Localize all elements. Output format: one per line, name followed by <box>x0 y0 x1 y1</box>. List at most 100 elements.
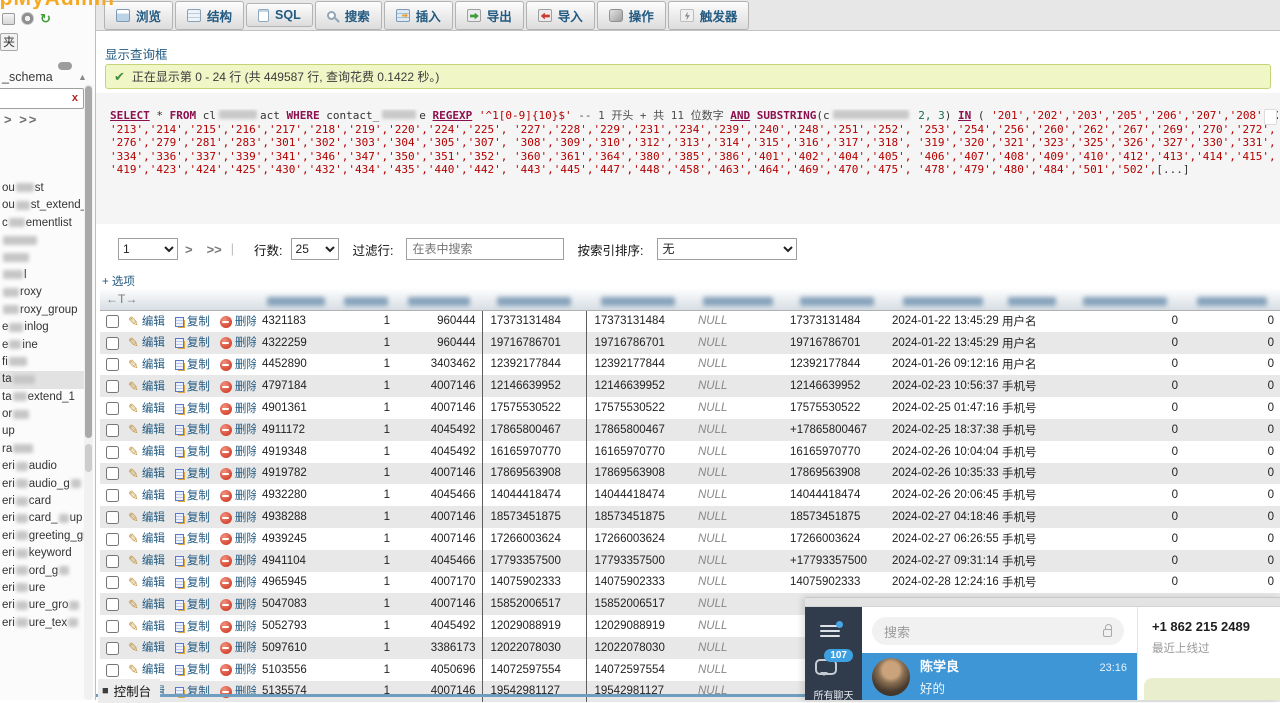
column-header-blurred[interactable] <box>396 288 482 310</box>
last-page-button[interactable]: >> <box>207 242 222 257</box>
sidebar-table-item[interactable]: eine <box>0 337 84 354</box>
row-checkbox[interactable] <box>106 446 119 459</box>
row-checkbox[interactable] <box>106 620 119 633</box>
clear-filter-icon[interactable]: x <box>72 92 78 104</box>
edit-link[interactable]: 编辑 <box>142 446 165 458</box>
tab-sql[interactable]: SQL <box>246 3 313 27</box>
sidebar-table-item[interactable]: oust_extend_ <box>0 197 84 214</box>
chat-list-item[interactable]: 陈学良 23:16 好的 <box>862 653 1137 700</box>
edit-link[interactable]: 编辑 <box>142 403 165 415</box>
sidebar-table-item[interactable]: ericard <box>0 493 84 510</box>
sidebar-table-item[interactable]: ra <box>0 441 84 458</box>
page-select[interactable]: 1 <box>118 238 178 260</box>
copy-link[interactable]: 复制 <box>187 403 210 415</box>
row-checkbox[interactable] <box>106 315 119 328</box>
sidebar-table-item[interactable]: ericard_up <box>0 510 84 527</box>
tab-insert[interactable]: 插入 <box>384 1 453 30</box>
tab-search[interactable]: 搜索 <box>315 1 382 30</box>
row-checkbox[interactable] <box>106 642 119 655</box>
database-name[interactable]: _schema <box>2 70 53 84</box>
column-header-blurred[interactable] <box>690 288 786 310</box>
sidebar-table-item[interactable]: l <box>0 267 84 284</box>
edit-link[interactable]: 编辑 <box>142 316 165 328</box>
delete-link[interactable]: 删除 <box>235 533 256 545</box>
copy-link[interactable]: 复制 <box>187 664 210 676</box>
delete-link[interactable]: 删除 <box>235 446 256 458</box>
home-icon[interactable] <box>2 13 15 25</box>
sidebar-table-item[interactable]: erikeyword <box>0 545 84 562</box>
sidebar-table-item[interactable] <box>0 250 84 267</box>
rows-per-page-select[interactable]: 25 <box>291 238 339 260</box>
column-header-blurred[interactable] <box>336 288 396 310</box>
sidebar-table-item[interactable]: cementlist <box>0 215 84 232</box>
row-checkbox[interactable] <box>106 598 119 611</box>
edit-link[interactable]: 编辑 <box>142 533 165 545</box>
sidebar-table-item[interactable]: eriaudio <box>0 458 84 475</box>
delete-link[interactable]: 删除 <box>235 577 256 589</box>
sidebar-table-item[interactable]: erigreeting_g <box>0 528 84 545</box>
delete-link[interactable]: 删除 <box>235 664 256 676</box>
table-filter-box[interactable]: x <box>0 88 84 109</box>
delete-link[interactable]: 删除 <box>235 468 256 480</box>
copy-link[interactable]: 复制 <box>187 533 210 545</box>
row-checkbox[interactable] <box>106 555 119 568</box>
sidebar-scrollbar[interactable] <box>84 84 93 700</box>
scroll-top-icon[interactable]: ▲ <box>78 72 87 82</box>
column-header-blurred[interactable] <box>256 288 336 310</box>
edit-link[interactable]: 编辑 <box>142 512 165 524</box>
sidebar-table-item[interactable]: oust <box>0 180 84 197</box>
edit-link[interactable]: 编辑 <box>142 424 165 436</box>
edit-link[interactable]: 编辑 <box>142 599 165 611</box>
tab-structure[interactable]: 结构 <box>175 1 244 30</box>
options-toggle[interactable]: + 选项 <box>102 273 135 289</box>
column-header-blurred[interactable] <box>998 288 1066 310</box>
sidebar-table-item[interactable]: eriure_tex <box>0 615 84 632</box>
row-checkbox[interactable] <box>106 664 119 677</box>
row-checkbox[interactable] <box>106 533 119 546</box>
copy-link[interactable]: 复制 <box>187 490 210 502</box>
sidebar-table-item[interactable]: taextend_1 <box>0 389 84 406</box>
delete-link[interactable]: 删除 <box>235 316 256 328</box>
sidebar-table-item[interactable]: eriure <box>0 580 84 597</box>
delete-link[interactable]: 删除 <box>235 337 256 349</box>
delete-link[interactable]: 删除 <box>235 381 256 393</box>
copy-link[interactable]: 复制 <box>187 337 210 349</box>
column-header-blurred[interactable] <box>888 288 998 310</box>
copy-link[interactable]: 复制 <box>187 424 210 436</box>
edit-link[interactable]: 编辑 <box>142 664 165 676</box>
delete-link[interactable]: 删除 <box>235 512 256 524</box>
copy-link[interactable]: 复制 <box>187 642 210 654</box>
tab-operations[interactable]: 操作 <box>597 1 666 30</box>
scroll-widget[interactable] <box>1264 109 1277 125</box>
edit-link[interactable]: 编辑 <box>142 577 165 589</box>
copy-link[interactable]: 复制 <box>187 555 210 567</box>
edit-link[interactable]: 编辑 <box>142 642 165 654</box>
gear-icon[interactable] <box>21 12 34 25</box>
filter-rows-input[interactable] <box>406 238 564 260</box>
edit-link[interactable]: 编辑 <box>142 381 165 393</box>
copy-link[interactable]: 复制 <box>187 512 210 524</box>
copy-link[interactable]: 复制 <box>187 468 210 480</box>
sidebar-table-item[interactable]: or <box>0 406 84 423</box>
scrollbar-thumb[interactable] <box>85 86 92 438</box>
sidebar-table-item[interactable]: roxy_group <box>0 302 84 319</box>
refresh-icon[interactable]: ↻ <box>40 12 51 25</box>
sort-by-index-select[interactable]: 无 <box>657 238 797 260</box>
sidebar-last-page[interactable]: >> <box>19 112 38 127</box>
delete-link[interactable]: 删除 <box>235 555 256 567</box>
sidebar-table-item[interactable]: eriord_g <box>0 563 84 580</box>
copy-link[interactable]: 复制 <box>187 381 210 393</box>
delete-link[interactable]: 删除 <box>235 359 256 371</box>
edit-link[interactable]: 编辑 <box>142 337 165 349</box>
row-checkbox[interactable] <box>106 402 119 415</box>
row-checkbox[interactable] <box>106 337 119 350</box>
column-header-blurred[interactable] <box>586 288 690 310</box>
row-checkbox[interactable] <box>106 576 119 589</box>
column-header-blurred[interactable] <box>1184 288 1280 310</box>
next-page-button[interactable]: > <box>185 242 193 257</box>
edit-link[interactable]: 编辑 <box>142 359 165 371</box>
delete-link[interactable]: 删除 <box>235 424 256 436</box>
row-checkbox[interactable] <box>106 511 119 524</box>
edit-link[interactable]: 编辑 <box>142 490 165 502</box>
sidebar-table-item[interactable]: ta <box>0 371 84 388</box>
